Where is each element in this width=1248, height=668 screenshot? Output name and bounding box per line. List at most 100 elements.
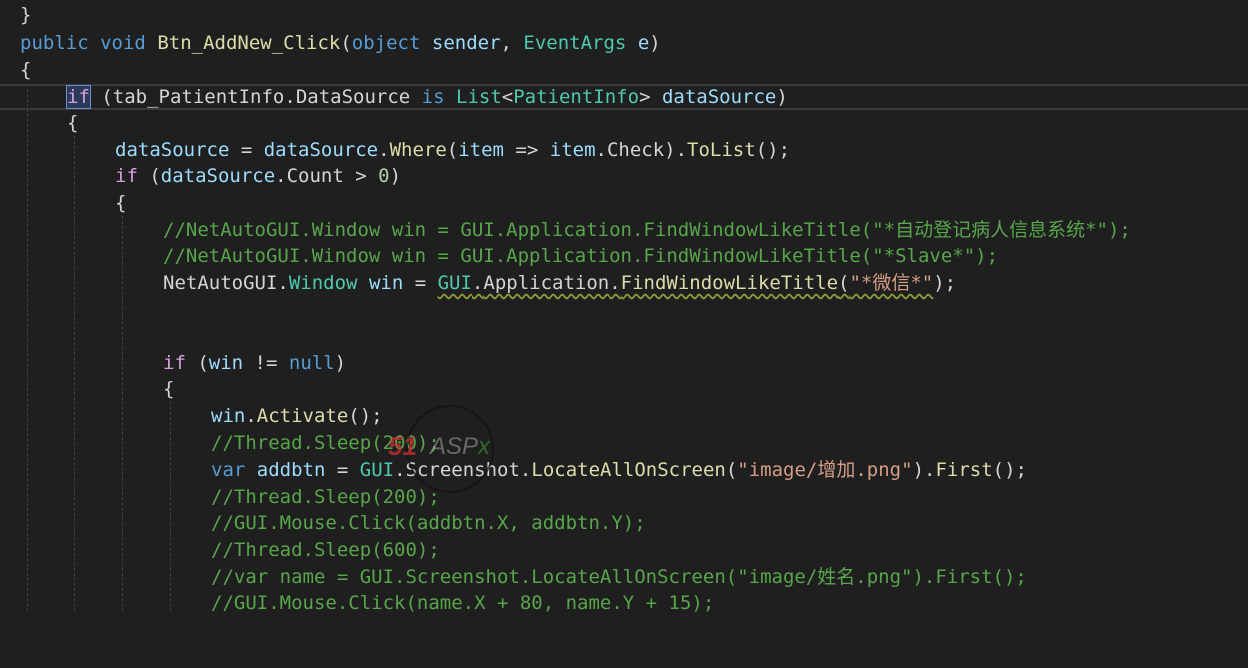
operator: = <box>229 139 264 161</box>
punctuation: ); <box>933 272 957 294</box>
if-statement: if (dataSource.Count > 0) <box>115 163 401 189</box>
code-line[interactable]: if (dataSource.Count > 0) <box>0 163 1248 189</box>
variable: item <box>458 139 504 161</box>
code-line[interactable]: //NetAutoGUI.Window win = GUI.Applicatio… <box>0 217 1248 243</box>
variable: win <box>368 272 404 294</box>
identifier: tab_PatientInfo <box>112 86 285 108</box>
punctuation: . <box>284 86 296 108</box>
code-line-current[interactable]: if (tab_PatientInfo.DataSource is List<P… <box>0 84 1248 110</box>
code-line[interactable]: //var name = GUI.Screenshot.LocateAllOnS… <box>0 564 1248 590</box>
punctuation: . <box>471 272 484 294</box>
call-statement: win.Activate(); <box>211 403 383 429</box>
variable: win <box>211 405 246 427</box>
string-literal: "image/增加.png" <box>737 459 913 481</box>
operator: = <box>403 272 438 294</box>
comment: //var name = GUI.Screenshot.LocateAllOnS… <box>211 566 1027 588</box>
keyword: void <box>100 32 146 54</box>
variable: item <box>549 139 596 161</box>
punctuation: . <box>378 139 390 161</box>
type-name: PatientInfo <box>513 86 640 108</box>
code-line[interactable]: //GUI.Mouse.Click(name.X + 80, name.Y + … <box>0 590 1248 616</box>
code-line[interactable]: { <box>0 190 1248 216</box>
method-signature: public void Btn_AddNew_Click(object send… <box>20 30 661 56</box>
punctuation: (); <box>755 139 791 161</box>
keyword: object <box>351 32 421 54</box>
punctuation: (); <box>348 405 383 427</box>
comment: //NetAutoGUI.Window win = GUI.Applicatio… <box>163 219 1131 241</box>
code-line[interactable]: win.Activate(); <box>0 403 1248 429</box>
punctuation: ( <box>185 352 209 374</box>
type-name: EventArgs <box>523 32 627 54</box>
punctuation: (); <box>992 459 1027 481</box>
namespace: NetAutoGUI <box>163 272 278 294</box>
keyword: public <box>20 32 89 54</box>
property: .Check <box>595 139 665 161</box>
punctuation: ( <box>137 165 161 187</box>
comment: //GUI.Mouse.Click(name.X + 80, name.Y + … <box>211 592 715 614</box>
operator: != <box>243 352 289 374</box>
parameter: e <box>637 32 650 54</box>
code-line[interactable]: public void Btn_AddNew_Click(object send… <box>0 30 1248 56</box>
method-name: First <box>935 459 993 481</box>
punctuation: ) <box>389 165 402 187</box>
code-line[interactable]: if (win != null) <box>0 350 1248 376</box>
keyword-if-highlighted: if <box>66 85 91 109</box>
string-literal: "*微信*" <box>849 272 934 294</box>
opening-brace: { <box>20 59 32 81</box>
code-line[interactable]: //Thread.Sleep(200); <box>0 430 1248 456</box>
method-name: Btn_AddNew_Click <box>157 32 341 54</box>
punctuation: ). <box>912 459 936 481</box>
keyword: var <box>211 459 246 481</box>
code-line[interactable]: { <box>0 57 1248 83</box>
method-name: Activate <box>256 405 349 427</box>
punctuation: . <box>245 405 257 427</box>
method-name: FindWindowLikeTitle <box>620 272 839 294</box>
variable: win <box>208 352 244 374</box>
keyword: if <box>115 165 138 187</box>
comment: //Thread.Sleep(600); <box>211 539 440 561</box>
parameter: sender <box>431 32 501 54</box>
punctuation: ( <box>725 459 738 481</box>
declaration-statement: NetAutoGUI.Window win = GUI.Application.… <box>163 270 956 296</box>
code-line[interactable]: { <box>0 376 1248 402</box>
type-name: List <box>456 86 502 108</box>
method-name: ToList <box>687 139 756 161</box>
code-line[interactable]: { <box>0 110 1248 136</box>
variable: addbtn <box>256 459 326 481</box>
punctuation: < <box>501 86 514 108</box>
code-line[interactable]: dataSource = dataSource.Where(item => it… <box>0 137 1248 163</box>
type-name: Window <box>288 272 358 294</box>
type-name: GUI <box>437 272 472 294</box>
comment: //GUI.Mouse.Click(addbtn.X, addbtn.Y); <box>211 512 646 534</box>
code-line[interactable]: } <box>0 2 1248 28</box>
punctuation: ) <box>334 352 347 374</box>
code-editor[interactable]: } public void Btn_AddNew_Click(object se… <box>0 0 1248 614</box>
property: Screenshot <box>405 459 520 481</box>
keyword: is <box>421 86 445 108</box>
if-statement: if (tab_PatientInfo.DataSource is List<P… <box>66 85 788 109</box>
property: .Count <box>275 165 344 187</box>
variable: dataSource <box>115 139 230 161</box>
code-line[interactable]: //Thread.Sleep(600); <box>0 537 1248 563</box>
code-line[interactable]: NetAutoGUI.Window win = GUI.Application.… <box>0 270 1248 296</box>
opening-brace: { <box>163 378 175 400</box>
closing-brace: } <box>20 4 32 26</box>
if-statement: if (win != null) <box>163 350 346 376</box>
code-line[interactable]: //Thread.Sleep(200); <box>0 484 1248 510</box>
code-line[interactable]: //GUI.Mouse.Click(addbtn.X, addbtn.Y); <box>0 510 1248 536</box>
punctuation: . <box>277 272 289 294</box>
comment: //NetAutoGUI.Window win = GUI.Applicatio… <box>163 245 999 267</box>
keyword: null <box>288 352 335 374</box>
code-line[interactable]: var addbtn = GUI.Screenshot.LocateAllOnS… <box>0 457 1248 483</box>
code-line[interactable]: //NetAutoGUI.Window win = GUI.Applicatio… <box>0 243 1248 269</box>
punctuation: . <box>519 459 532 481</box>
assignment-statement: dataSource = dataSource.Where(item => it… <box>115 137 790 163</box>
opening-brace: { <box>115 192 127 214</box>
punctuation: . <box>609 272 621 294</box>
property: DataSource <box>295 86 411 108</box>
punctuation: ( <box>340 32 352 54</box>
punctuation: ( <box>89 86 113 108</box>
method-name: LocateAllOnScreen <box>531 459 726 481</box>
opening-brace: { <box>67 112 79 134</box>
comment: //Thread.Sleep(200); <box>211 486 440 508</box>
